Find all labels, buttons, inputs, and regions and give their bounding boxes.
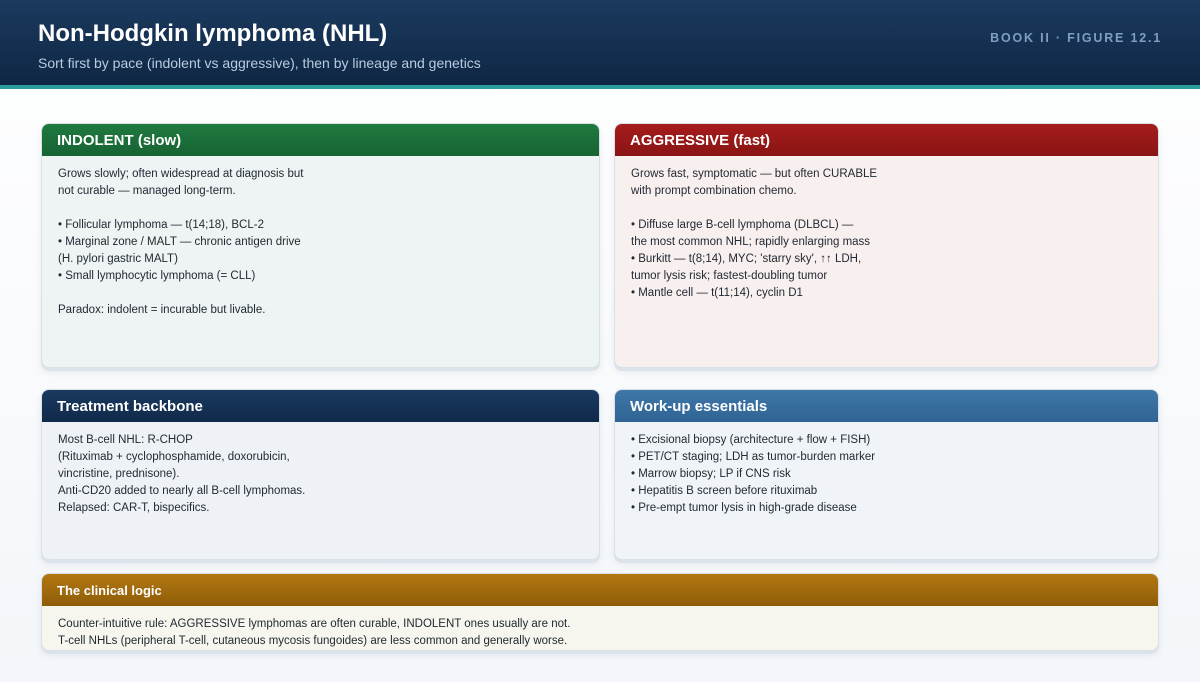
clinical-logic-card: The clinical logic Counter-intuitive rul… xyxy=(41,573,1159,651)
card-line: • PET/CT staging; LDH as tumor-burden ma… xyxy=(631,451,876,463)
card-line: vincristine, prednisone). xyxy=(58,468,180,480)
card-line: with prompt combination chemo. xyxy=(631,185,797,197)
card-line: • Burkitt — t(8;14), MYC; 'starry sky', … xyxy=(631,253,862,265)
indolent-card-body: Grows slowly; often widespread at diagno… xyxy=(42,156,599,329)
card-line: Grows fast, symptomatic — but often CURA… xyxy=(631,168,878,180)
indolent-card-title: INDOLENT (slow) xyxy=(42,124,599,156)
card-line: • Marginal zone / MALT — chronic antigen… xyxy=(58,236,301,248)
card-line xyxy=(58,285,583,302)
aggressive-card: AGGRESSIVE (fast) Grows fast, symptomati… xyxy=(614,123,1159,368)
card-line: not curable — managed long-term. xyxy=(58,185,236,197)
card-line: T-cell NHLs (peripheral T-cell, cutaneou… xyxy=(58,635,568,647)
treatment-card-title: Treatment backbone xyxy=(42,390,599,422)
card-line xyxy=(58,200,583,217)
card-line: • Excisional biopsy (architecture + flow… xyxy=(631,434,871,446)
card-line: tumor lysis risk; fastest-doubling tumor xyxy=(631,270,828,282)
treatment-card: Treatment backbone Most B-cell NHL: R-CH… xyxy=(41,389,600,560)
card-line: (Rituximab + cyclophosphamide, doxorubic… xyxy=(58,451,290,463)
page-title: Non-Hodgkin lymphoma (NHL) xyxy=(38,20,388,47)
card-line: Counter-intuitive rule: AGGRESSIVE lymph… xyxy=(58,618,571,630)
aggressive-card-title: AGGRESSIVE (fast) xyxy=(615,124,1158,156)
card-line xyxy=(631,200,1142,217)
card-line: Paradox: indolent = incurable but livabl… xyxy=(58,304,266,316)
workup-card: Work-up essentials • Excisional biopsy (… xyxy=(614,389,1159,560)
aggressive-card-body: Grows fast, symptomatic — but often CURA… xyxy=(615,156,1158,312)
figure-tag: BOOK II · FIGURE 12.1 xyxy=(990,31,1162,45)
header-accent-rule xyxy=(0,85,1200,89)
card-line: • Small lymphocytic lymphoma (= CLL) xyxy=(58,270,256,282)
page-subtitle: Sort first by pace (indolent vs aggressi… xyxy=(38,55,481,71)
treatment-card-body: Most B-cell NHL: R-CHOP (Rituximab + cyc… xyxy=(42,422,599,527)
indolent-card: INDOLENT (slow) Grows slowly; often wide… xyxy=(41,123,600,368)
card-line: • Mantle cell — t(11;14), cyclin D1 xyxy=(631,287,803,299)
workup-card-title: Work-up essentials xyxy=(615,390,1158,422)
card-line: • Marrow biopsy; LP if CNS risk xyxy=(631,468,791,480)
card-line: Anti-CD20 added to nearly all B-cell lym… xyxy=(58,485,306,497)
card-line: Most B-cell NHL: R-CHOP xyxy=(58,434,193,446)
clinical-logic-card-title: The clinical logic xyxy=(42,574,1158,606)
page-header: Non-Hodgkin lymphoma (NHL) Sort first by… xyxy=(0,0,1200,85)
card-line: • Follicular lymphoma — t(14;18), BCL-2 xyxy=(58,219,264,231)
card-line: • Hepatitis B screen before rituximab xyxy=(631,485,818,497)
card-line: Grows slowly; often widespread at diagno… xyxy=(58,168,304,180)
card-line: (H. pylori gastric MALT) xyxy=(58,253,178,265)
card-line: Relapsed: CAR-T, bispecifics. xyxy=(58,502,210,514)
card-line: the most common NHL; rapidly enlarging m… xyxy=(631,236,871,248)
clinical-logic-card-body: Counter-intuitive rule: AGGRESSIVE lymph… xyxy=(42,606,1158,650)
card-line: • Diffuse large B-cell lymphoma (DLBCL) … xyxy=(631,219,854,231)
card-line: • Pre-empt tumor lysis in high-grade dis… xyxy=(631,502,857,514)
workup-card-body: • Excisional biopsy (architecture + flow… xyxy=(615,422,1158,527)
